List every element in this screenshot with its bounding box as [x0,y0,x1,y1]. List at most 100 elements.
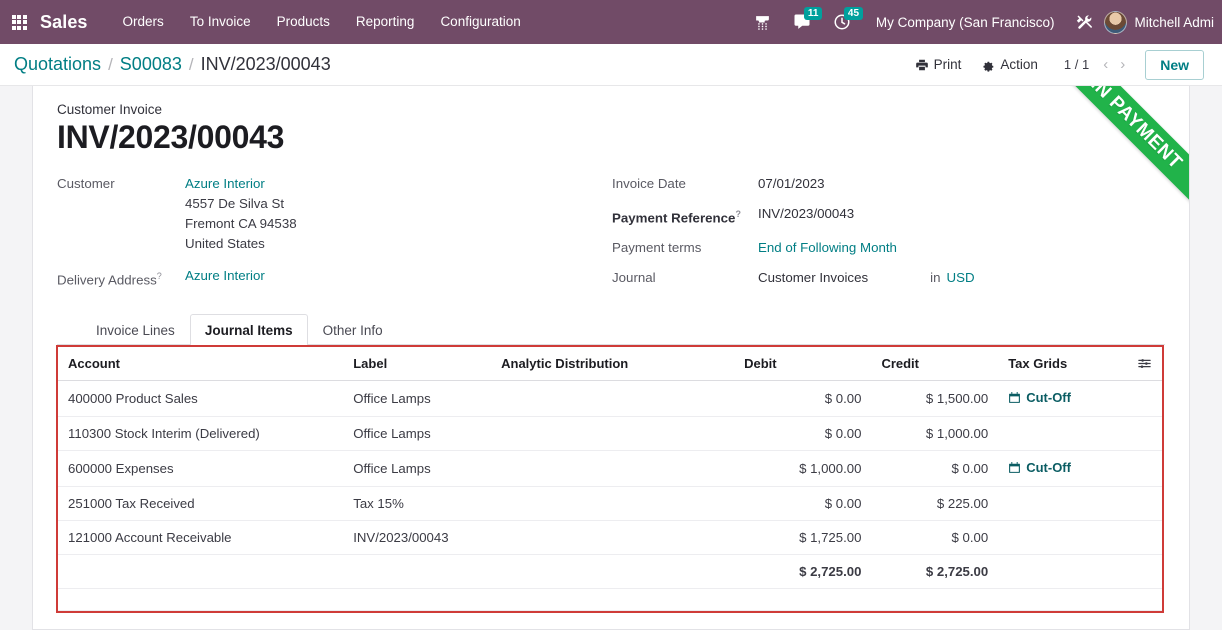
cell-credit[interactable]: $ 225.00 [871,486,999,522]
table-row[interactable]: 110300 Stock Interim (Delivered) Office … [58,416,1162,452]
print-button[interactable]: Print [905,53,972,76]
column-header-tax-grids[interactable]: Tax Grids [998,347,1120,382]
menu-configuration[interactable]: Configuration [427,0,533,44]
column-header-label[interactable]: Label [343,347,492,382]
delivery-address-value[interactable]: Azure Interior [185,264,265,286]
customer-value[interactable]: Azure Interior [185,172,297,194]
cell-label[interactable]: Office Lamps [343,380,492,418]
action-button[interactable]: Action [971,53,1048,76]
delivery-address-label-text: Delivery Address [57,272,157,288]
cell-row-options [1119,416,1162,452]
payment-reference-value[interactable]: INV/2023/00043 [758,202,854,224]
tab-invoice-lines[interactable]: Invoice Lines [81,314,190,345]
totals-spacer [1119,554,1162,590]
cell-tax-grids[interactable] [998,416,1120,452]
totals-credit: $ 2,725.00 [871,554,999,590]
app-brand-sales[interactable]: Sales [38,12,110,33]
menu-reporting[interactable]: Reporting [343,0,428,44]
menu-to-invoice[interactable]: To Invoice [177,0,264,44]
delivery-address-label: Delivery Address? [57,264,185,290]
cell-tax-grids[interactable] [998,486,1120,522]
cell-account[interactable]: 400000 Product Sales [58,380,344,418]
cell-row-options [1119,486,1162,522]
phone-dialpad-icon[interactable] [743,0,782,44]
payment-terms-value[interactable]: End of Following Month [758,236,897,258]
cell-analytic[interactable] [491,520,735,556]
cell-analytic[interactable] [491,416,735,452]
calendar-icon [1009,462,1021,474]
optional-columns-dropdown[interactable] [1119,347,1162,382]
column-header-credit[interactable]: Credit [871,347,999,382]
cell-debit[interactable]: $ 1,000.00 [734,450,872,488]
user-menu[interactable]: Mitchell Admi [1134,15,1214,30]
column-header-account[interactable]: Account [58,347,344,382]
cell-credit[interactable]: $ 1,000.00 [871,416,999,452]
cell-analytic[interactable] [491,380,735,418]
help-tooltip-icon[interactable]: ? [735,209,741,219]
help-tooltip-icon[interactable]: ? [157,271,162,281]
totals-debit: $ 2,725.00 [734,554,872,590]
field-invoice-date: Invoice Date 07/01/2023 [612,172,1165,194]
column-header-debit[interactable]: Debit [734,347,872,382]
notebook-tabs: Invoice Lines Journal Items Other Info [57,314,1165,346]
table-bottom-spacer [58,588,1162,612]
cell-tax-grids[interactable]: Cut-Off [998,380,1120,418]
new-button[interactable]: New [1145,49,1204,80]
user-avatar[interactable] [1104,10,1128,34]
cell-debit[interactable]: $ 1,725.00 [734,520,872,556]
cell-credit[interactable]: $ 0.00 [871,450,999,488]
address-line-3: United States [185,236,265,251]
table-row[interactable]: 251000 Tax Received Tax 15% $ 0.00 $ 225… [58,486,1162,522]
cell-analytic[interactable] [491,486,735,522]
spacer-cell [58,588,1162,612]
breadcrumb-item-s00083[interactable]: S00083 [120,54,182,75]
cell-debit[interactable]: $ 0.00 [734,380,872,418]
journal-items-body: 400000 Product Sales Office Lamps $ 0.00… [58,380,1162,612]
cell-tax-grids[interactable] [998,520,1120,556]
cell-credit[interactable]: $ 0.00 [871,520,999,556]
menu-products[interactable]: Products [264,0,343,44]
document-type-label: Customer Invoice [57,102,163,117]
apps-grid-icon[interactable] [0,0,38,44]
cell-account[interactable]: 121000 Account Receivable [58,520,344,556]
cell-tax-grids[interactable]: Cut-Off [998,450,1120,488]
tab-other-info[interactable]: Other Info [308,314,398,345]
table-row[interactable]: 121000 Account Receivable INV/2023/00043… [58,520,1162,556]
tab-journal-items[interactable]: Journal Items [189,314,308,346]
tools-wrench-icon[interactable] [1064,0,1104,44]
cell-label[interactable]: Tax 15% [343,486,492,522]
chevron-right-icon[interactable]: › [1114,54,1131,75]
field-group-right: Invoice Date 07/01/2023 Payment Referenc… [612,172,1165,292]
breadcrumb-item-quotations[interactable]: Quotations [14,54,101,75]
cell-account[interactable]: 600000 Expenses [58,450,344,488]
totals-spacer [343,554,492,590]
cell-label[interactable]: Office Lamps [343,416,492,452]
company-switcher[interactable]: My Company (San Francisco) [862,15,1065,30]
cell-debit[interactable]: $ 0.00 [734,416,872,452]
cell-account[interactable]: 110300 Stock Interim (Delivered) [58,416,344,452]
field-customer: Customer Azure Interior 4557 De Silva St… [57,172,612,254]
activities-counter[interactable]: 45 [822,0,864,44]
invoice-date-value[interactable]: 07/01/2023 [758,172,825,194]
currency-value[interactable]: USD [946,270,974,285]
cell-label[interactable]: Office Lamps [343,450,492,488]
tax-grid-tag-cutoff[interactable]: Cut-Off [1008,460,1071,475]
table-totals-row: $ 2,725.00 $ 2,725.00 [58,554,1162,590]
cell-label[interactable]: INV/2023/00043 [343,520,492,556]
table-row[interactable]: 600000 Expenses Office Lamps $ 1,000.00 … [58,450,1162,488]
messages-counter[interactable]: 11 [782,0,823,44]
cell-account[interactable]: 251000 Tax Received [58,486,344,522]
tax-grid-tag-label: Cut-Off [1026,390,1071,406]
tax-grid-tag-cutoff[interactable]: Cut-Off [1008,390,1071,405]
cell-debit[interactable]: $ 0.00 [734,486,872,522]
cell-credit[interactable]: $ 1,500.00 [871,380,999,418]
journal-label: Journal [612,270,656,286]
menu-orders[interactable]: Orders [110,0,177,44]
table-row[interactable]: 400000 Product Sales Office Lamps $ 0.00… [58,380,1162,418]
journal-value[interactable]: Customer Invoices [758,266,868,288]
chevron-left-icon[interactable]: ‹ [1097,54,1114,75]
column-header-analytic-distribution[interactable]: Analytic Distribution [491,347,735,382]
pager-value[interactable]: 1 / 1 [1048,57,1097,72]
field-groups: Customer Azure Interior 4557 De Silva St… [57,172,1165,292]
cell-analytic[interactable] [491,450,735,488]
